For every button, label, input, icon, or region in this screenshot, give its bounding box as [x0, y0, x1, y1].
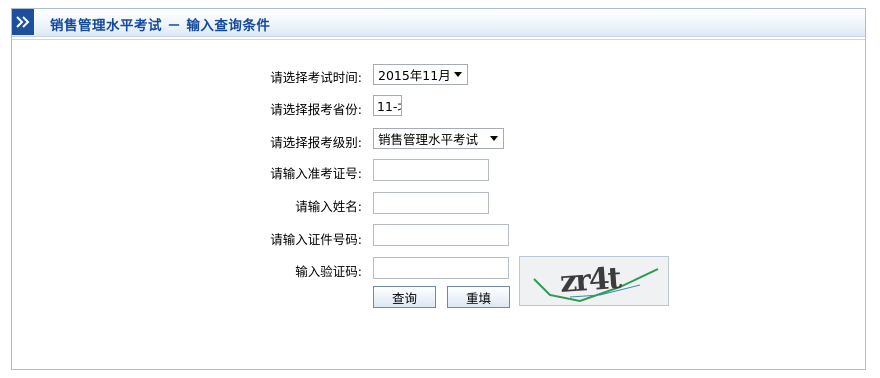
province-value: 11-北: [377, 99, 401, 114]
name-label: 请输入姓名:: [295, 199, 362, 214]
reset-button[interactable]: 重填: [447, 286, 510, 308]
page-title: 销售管理水平考试 － 输入查询条件: [50, 18, 271, 34]
level-label: 请选择报考级别:: [270, 135, 362, 150]
province-label: 请选择报考省份:: [270, 102, 362, 117]
double-chevron-right-icon: [12, 9, 34, 35]
dropdown-arrow-icon: [490, 136, 498, 141]
captcha-label: 输入验证码:: [295, 264, 362, 279]
exam-time-label: 请选择考试时间:: [270, 70, 362, 85]
ticket-no-label: 请输入准考证号:: [270, 166, 362, 181]
header-divider: [12, 39, 865, 40]
captcha-text: zr4t: [558, 260, 621, 301]
query-panel: 销售管理水平考试 － 输入查询条件: [11, 8, 866, 370]
captcha-input[interactable]: [373, 257, 509, 279]
query-button[interactable]: 查询: [373, 286, 436, 308]
exam-time-value: 2015年11月: [378, 68, 451, 83]
province-select[interactable]: 11-北: [373, 95, 402, 116]
id-no-label: 请输入证件号码:: [270, 232, 362, 247]
captcha-image[interactable]: zr4t: [519, 256, 669, 306]
id-no-input[interactable]: [373, 224, 509, 246]
exam-time-select[interactable]: 2015年11月: [373, 64, 468, 85]
dropdown-arrow-icon: [454, 72, 462, 77]
level-value: 销售管理水平考试: [378, 132, 479, 147]
level-select[interactable]: 销售管理水平考试: [373, 128, 504, 149]
name-input[interactable]: [373, 192, 489, 214]
panel-header: 销售管理水平考试 － 输入查询条件: [12, 9, 865, 37]
ticket-no-input[interactable]: [373, 159, 489, 181]
